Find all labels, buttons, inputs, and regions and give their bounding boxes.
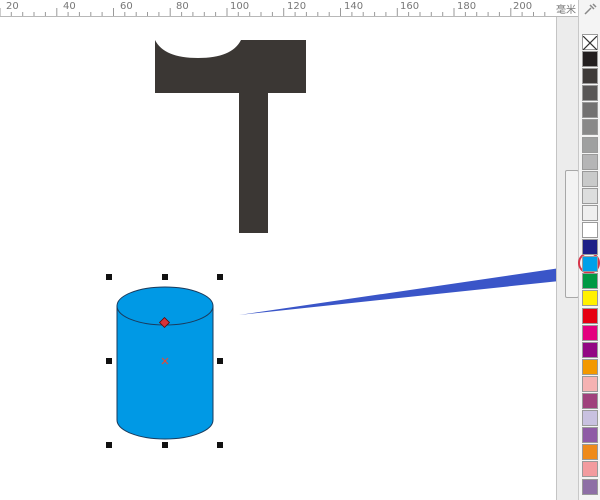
swatch-magenta[interactable] <box>582 324 598 341</box>
pointer-arrow <box>239 260 556 315</box>
selection-handle-left <box>106 358 112 364</box>
swatch-green[interactable] <box>582 273 598 290</box>
selection-handle-top-right <box>217 274 223 280</box>
swatch-gray-70[interactable] <box>582 102 598 119</box>
selection-handle-bottom <box>162 442 168 448</box>
swatch-gray-90[interactable] <box>582 68 598 85</box>
swatch-pink[interactable] <box>582 375 598 392</box>
swatch-navy[interactable] <box>582 239 598 256</box>
selection-handle-top <box>162 274 168 280</box>
swatch-gray-40[interactable] <box>582 153 598 170</box>
swatch-plum[interactable] <box>582 393 598 409</box>
swatch-purple[interactable] <box>582 341 598 358</box>
swatch-yellow[interactable] <box>582 290 598 307</box>
swatch-red[interactable] <box>582 307 598 324</box>
swatch-gray-50[interactable] <box>582 136 598 153</box>
swatch-salmon[interactable] <box>582 461 598 478</box>
selection-handle-right <box>217 358 223 364</box>
swatch-violet[interactable] <box>582 427 598 444</box>
swatch-dusty-purple[interactable] <box>582 478 598 495</box>
eyedropper-icon[interactable] <box>582 2 598 16</box>
ruler-unit-label: 毫米 <box>556 5 576 16</box>
swatch-gray-10[interactable] <box>582 204 598 221</box>
swatch-gray-80[interactable] <box>582 85 598 102</box>
swatch-cyan[interactable] <box>582 256 598 273</box>
canvas-artwork <box>106 40 556 448</box>
selection-handle-bottom-left <box>106 442 112 448</box>
swatch-white[interactable] <box>582 222 598 238</box>
selection-handle-top-left <box>106 274 112 280</box>
no-color-icon[interactable] <box>582 34 598 51</box>
t-glyph-shape[interactable] <box>155 40 306 233</box>
swatch-lavender[interactable] <box>582 410 598 427</box>
selection-handle-bottom-right <box>217 442 223 448</box>
swatch-orange[interactable] <box>582 358 598 375</box>
swatch-orange-2[interactable] <box>582 444 598 461</box>
swatch-gray-20[interactable] <box>582 187 598 204</box>
vertical-scrollbar-thumb[interactable] <box>565 170 579 298</box>
swatch-black[interactable] <box>582 51 598 67</box>
swatch-gray-30[interactable] <box>582 170 598 187</box>
ruler-unit-corner: 毫米 <box>556 0 578 17</box>
swatch-gray-60[interactable] <box>582 119 598 136</box>
